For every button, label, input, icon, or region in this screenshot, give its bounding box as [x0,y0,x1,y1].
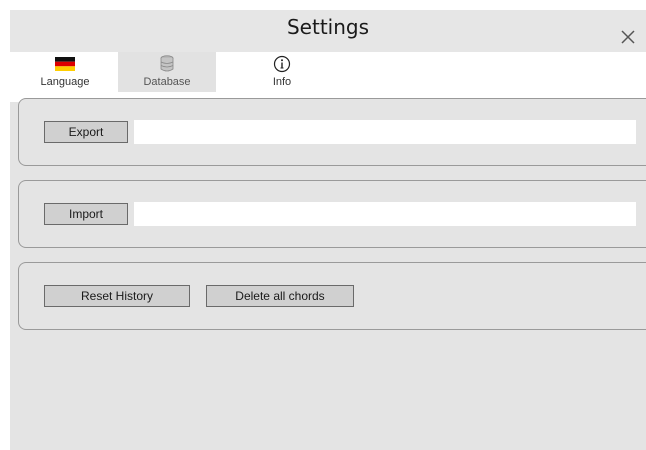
tab-language-label: Language [40,76,90,88]
info-icon [272,55,292,73]
export-panel: Export [18,98,646,166]
export-path-field[interactable] [134,120,636,144]
import-panel: Import [18,180,646,248]
import-button[interactable]: Import [44,203,128,225]
window-title: Settings [286,15,370,39]
reset-history-button[interactable]: Reset History [44,285,190,307]
tab-database-label: Database [143,76,191,88]
settings-window: Settings Language Database Info Export I… [10,10,646,450]
tab-bar: Language Database Info [10,52,646,102]
database-icon [157,55,177,73]
tab-language[interactable]: Language [16,52,114,92]
actions-panel: Reset History Delete all chords [18,262,646,330]
title-bar: Settings [10,10,646,52]
close-icon[interactable] [618,27,638,47]
tab-info[interactable]: Info [233,52,331,92]
delete-all-chords-button[interactable]: Delete all chords [206,285,354,307]
tab-database[interactable]: Database [118,52,216,92]
tab-info-label: Info [272,76,292,88]
import-path-field[interactable] [134,202,636,226]
export-button[interactable]: Export [44,121,128,143]
german-flag-icon [55,55,75,73]
